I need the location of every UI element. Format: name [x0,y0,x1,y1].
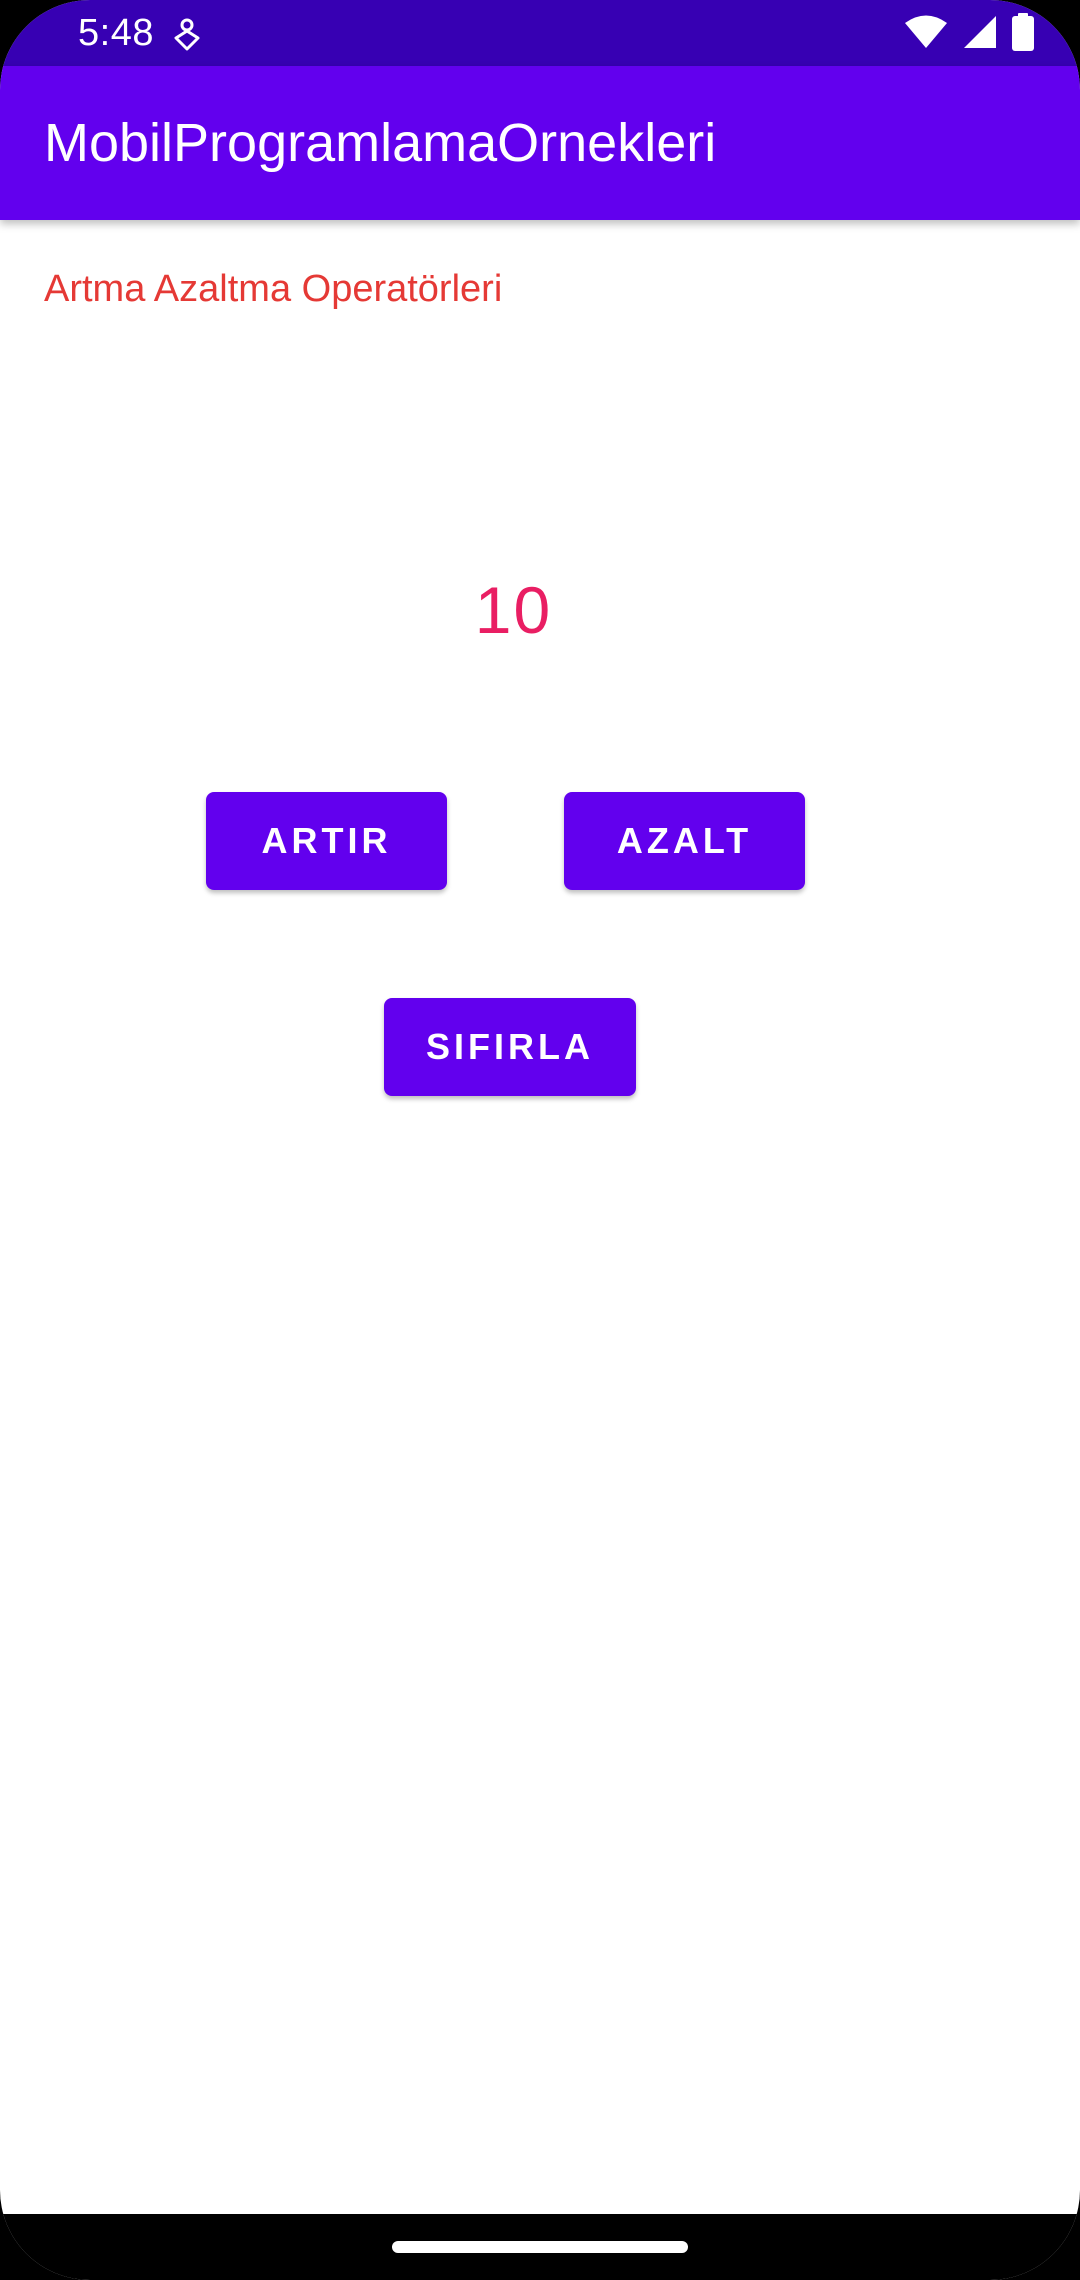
app-notification-icon [172,18,202,52]
home-gesture-handle[interactable] [392,2241,688,2253]
increase-button[interactable]: ARTIR [206,792,447,890]
status-icons [904,12,1034,56]
status-bar: 5:48 [0,0,1080,66]
decrease-button[interactable]: AZALT [564,792,805,890]
phone-screen: 5:48 MobilProgramlamaOrnekleri Artma Aza… [0,0,1080,2280]
signal-icon [962,14,998,55]
app-bar: MobilProgramlamaOrnekleri [0,66,1080,220]
reset-button[interactable]: SIFIRLA [384,998,636,1096]
status-time: 5:48 [78,12,154,54]
counter-value: 10 [474,573,553,647]
battery-icon [1012,12,1034,56]
page-heading: Artma Azaltma Operatörleri [44,268,503,310]
wifi-icon [904,14,948,55]
app-title: MobilProgramlamaOrnekleri [44,113,717,173]
